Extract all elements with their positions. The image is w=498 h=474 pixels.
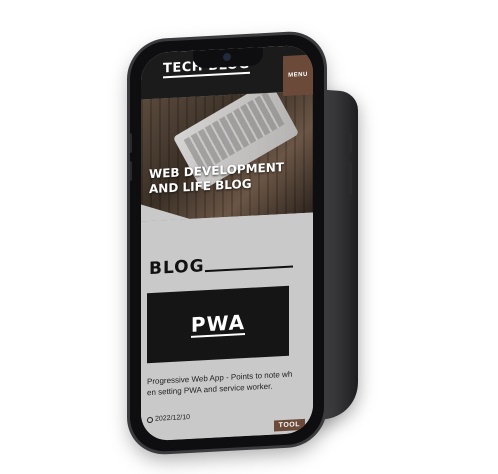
post-description[interactable]: Progressive Web App - Points to note whe… [147, 369, 293, 399]
heading-underline [205, 265, 293, 273]
hero-banner: WEB DEVELOPMENT AND LIFE BLOG [141, 90, 313, 222]
post-date: 2022/12/10 [147, 414, 190, 423]
hero-title: WEB DEVELOPMENT AND LIFE BLOG [149, 160, 284, 197]
blog-section: BLOG PWA Progressive Web App - Points to… [141, 212, 313, 442]
volume-up-button [130, 132, 132, 154]
post-thumbnail[interactable]: PWA [147, 285, 289, 364]
menu-button[interactable]: MENU [283, 54, 313, 97]
device-mockup: TECH BLOG MENU WEB DEVELOPMENT AND LIFE … [0, 0, 498, 474]
phone-notch [193, 47, 263, 69]
post-thumbnail-text: PWA [190, 310, 246, 338]
phone-frame: TECH BLOG MENU WEB DEVELOPMENT AND LIFE … [130, 32, 324, 454]
back-side-button [346, 131, 352, 154]
phone-screen: TECH BLOG MENU WEB DEVELOPMENT AND LIFE … [141, 44, 313, 442]
volume-down-button [130, 160, 132, 182]
post-date-text: 2022/12/10 [155, 413, 191, 423]
back-side-button [346, 161, 352, 196]
section-heading: BLOG [149, 256, 205, 280]
camera-icon [223, 52, 231, 62]
clock-icon [147, 416, 153, 423]
post-category-tag[interactable]: TOOL [273, 418, 305, 432]
